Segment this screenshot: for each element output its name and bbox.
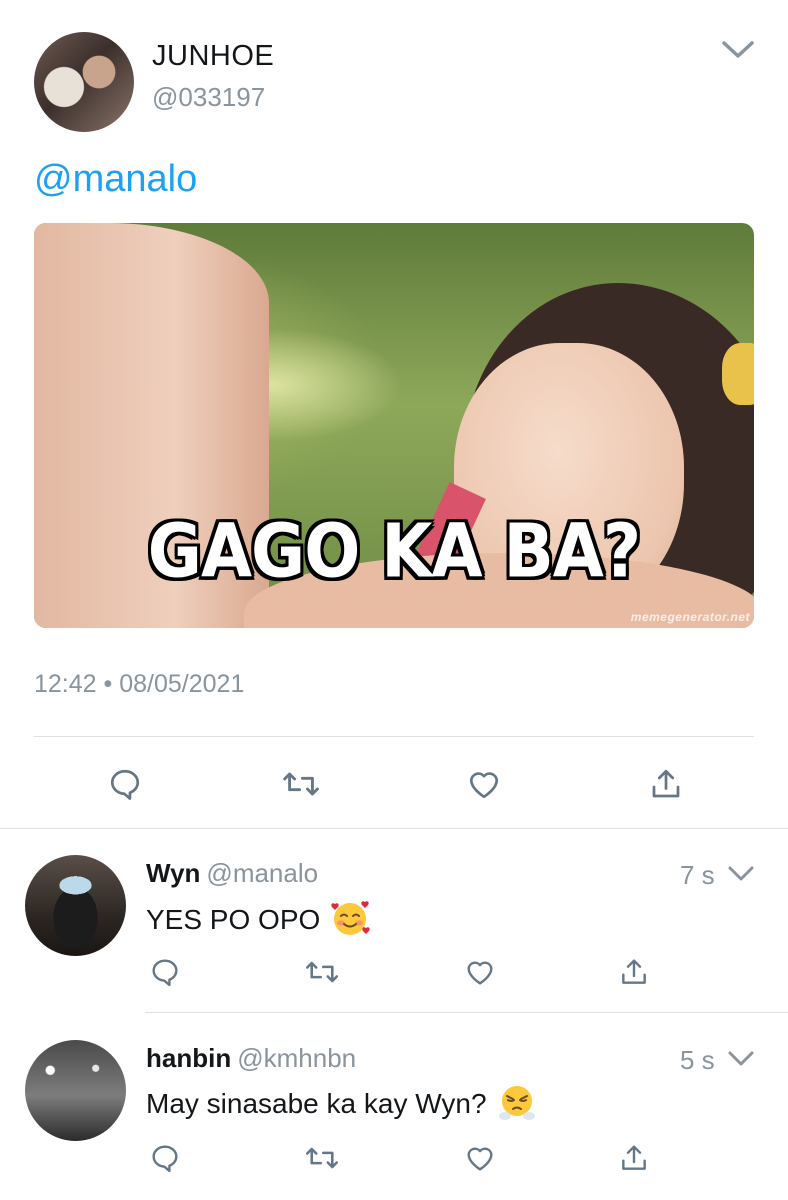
author-name[interactable]: JUNHOE <box>152 40 274 73</box>
chevron-down-icon[interactable] <box>718 36 758 62</box>
like-button[interactable] <box>462 762 506 806</box>
meme-watermark: memegenerator.net <box>630 610 750 624</box>
like-button[interactable] <box>460 952 500 992</box>
divider <box>34 736 754 737</box>
share-button[interactable] <box>614 1138 654 1178</box>
tweet-media-image[interactable]: GAGO KA BA? memegenerator.net <box>34 223 754 628</box>
meme-hair-bow <box>722 343 754 405</box>
heart-icon <box>467 1147 493 1171</box>
reply-author-name: hanbin <box>146 1043 232 1073</box>
like-button[interactable] <box>460 1138 500 1178</box>
retweet-icon <box>305 961 339 983</box>
retweet-button[interactable] <box>300 952 344 992</box>
share-button[interactable] <box>644 762 688 806</box>
reply-icon <box>110 769 140 800</box>
tweet-timestamp: 12:42 • 08/05/2021 <box>34 670 244 699</box>
retweet-button[interactable] <box>300 1138 344 1178</box>
reply-text: YES PO OPO <box>146 898 370 945</box>
reply-button[interactable] <box>103 762 147 806</box>
tweet-time: 12:42 <box>34 670 97 698</box>
reply-text: May sinasabe ka kay Wyn? <box>146 1082 537 1129</box>
reply-author-handle: @manalo <box>206 858 319 888</box>
reply-author[interactable]: Wyn @manalo <box>146 858 318 889</box>
reply-avatar[interactable] <box>25 855 126 956</box>
share-button[interactable] <box>614 952 654 992</box>
author-handle[interactable]: @033197 <box>152 82 265 113</box>
meme-caption: GAGO KA BA? <box>147 508 641 595</box>
heart-icon <box>469 772 499 799</box>
reply-author-handle: @kmhnbn <box>237 1043 357 1073</box>
reply-text-content: May sinasabe ka kay Wyn? <box>146 1087 487 1119</box>
divider <box>145 1012 788 1013</box>
reply-button[interactable] <box>145 952 185 992</box>
tweet-date: 08/05/2021 <box>119 670 245 698</box>
reply-text-content: YES PO OPO <box>146 903 321 935</box>
retweet-icon <box>283 772 319 796</box>
chevron-down-icon[interactable] <box>726 1048 756 1070</box>
smiling-face-with-hearts-icon <box>330 898 370 945</box>
timestamp-separator: • <box>103 670 113 698</box>
author-avatar[interactable] <box>34 32 134 132</box>
reply-timestamp: 7 s <box>680 860 715 890</box>
share-icon <box>622 959 646 984</box>
reply-avatar[interactable] <box>25 1040 126 1141</box>
reply-icon <box>152 1145 178 1173</box>
face-with-steam-from-nose-icon <box>497 1082 537 1129</box>
reply-author[interactable]: hanbin @kmhnbn <box>146 1043 356 1074</box>
reply-icon <box>152 959 178 987</box>
reply-button[interactable] <box>145 1138 185 1178</box>
reply-timestamp: 5 s <box>680 1045 715 1075</box>
reply-author-name: Wyn <box>146 858 201 888</box>
share-icon <box>652 769 680 798</box>
divider <box>0 828 788 829</box>
chevron-down-icon[interactable] <box>726 863 756 885</box>
mention-link[interactable]: @manalo <box>34 158 197 201</box>
retweet-button[interactable] <box>277 762 325 806</box>
share-icon <box>622 1145 646 1170</box>
retweet-icon <box>305 1147 339 1169</box>
heart-icon <box>467 961 493 985</box>
